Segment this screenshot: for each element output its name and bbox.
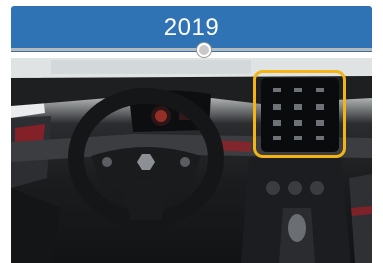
timeline-line — [11, 48, 372, 51]
year-label: 2019 — [163, 13, 220, 41]
screen-highlight-frame — [253, 70, 346, 158]
timeline-card: 2019 — [11, 6, 372, 263]
car-interior-photo — [11, 58, 372, 263]
gear-shifter — [288, 214, 306, 242]
timeline-marker[interactable] — [197, 43, 211, 57]
year-header: 2019 — [11, 6, 372, 52]
